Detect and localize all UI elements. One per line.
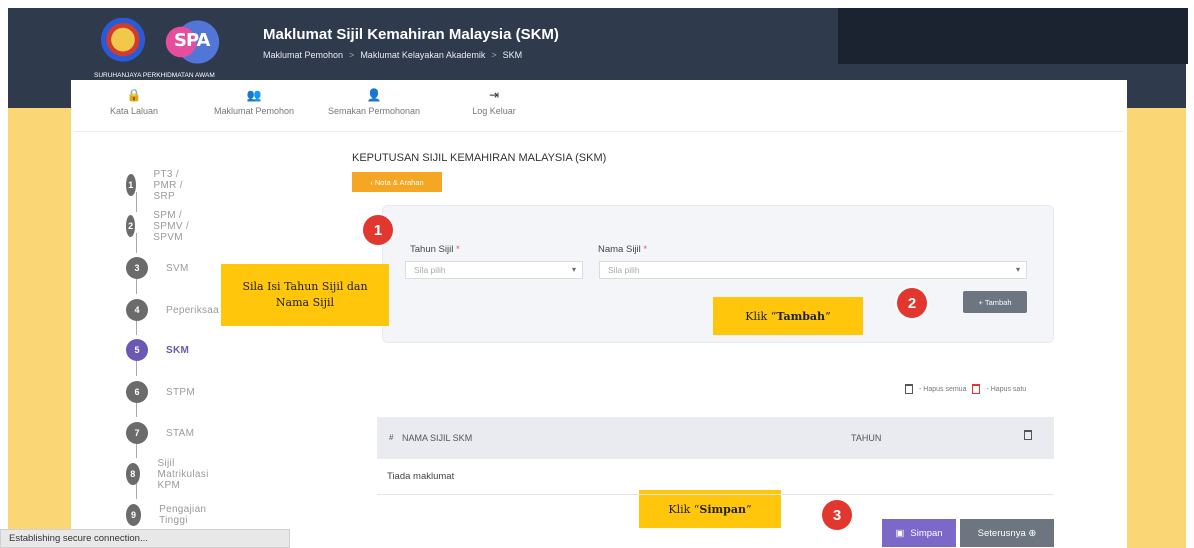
- required-mark: *: [455, 244, 460, 255]
- simpan-button[interactable]: ▣ Simpan: [882, 519, 956, 547]
- step-badge-3: 3: [822, 500, 852, 530]
- redacted-box: [838, 8, 1188, 64]
- breadcrumb-item[interactable]: Maklumat Pemohon: [263, 50, 343, 60]
- step-label: Pengajian Tinggi: [159, 504, 207, 526]
- chevron-down-icon: ▾: [571, 265, 576, 274]
- step-number: 2: [126, 215, 136, 237]
- step-number: 1: [126, 174, 136, 196]
- step-item-stam[interactable]: 7 STAM: [126, 421, 194, 445]
- instruction-note-1: Sila Isi Tahun Sijil dan Nama Sijil: [221, 264, 389, 326]
- tahun-sijil-label: Tahun Sijil *: [410, 244, 460, 255]
- delete-legend: - Hapus semua - Hapus satu: [905, 384, 1026, 394]
- page-title: Maklumat Sijil Kemahiran Malaysia (SKM): [263, 26, 559, 43]
- nama-sijil-select[interactable]: Sila pilih ▾: [599, 261, 1027, 279]
- spa-logo-text: SPA: [174, 30, 210, 51]
- save-icon: ▣: [895, 527, 905, 539]
- step-label: SKM: [166, 344, 190, 356]
- hapus-satu-label: - Hapus satu: [986, 385, 1027, 393]
- step-number: 6: [126, 381, 148, 403]
- hapus-semua-label: - Hapus semua: [919, 385, 967, 393]
- step-number: 3: [126, 257, 148, 279]
- tahun-sijil-select[interactable]: Sila pilih ▾: [405, 261, 583, 279]
- skm-table: # NAMA SIJIL SKM TAHUN Tiada maklumat: [377, 417, 1054, 495]
- step-item-matrikulasi[interactable]: 8 Sijil Matrikulasi KPM: [126, 458, 217, 491]
- tahun-sijil-placeholder: Sila pilih: [414, 265, 446, 275]
- sign-out-icon: ⇥: [488, 88, 500, 102]
- step-item-pengajian-tinggi[interactable]: 9 Pengajian Tinggi: [126, 503, 213, 527]
- step-number: 5: [126, 339, 148, 361]
- step-item-spm[interactable]: 2 SPM / SPMV / SPVM: [126, 210, 196, 243]
- browser-status-bar: Establishing secure connection...: [0, 529, 290, 548]
- note-text: Klik “: [668, 502, 700, 516]
- logo-group: SPA SURUHANJAYA PERKHIDMATAN AWAM: [94, 16, 244, 80]
- breadcrumb-item-current: SKM: [502, 50, 523, 60]
- step-label: SVM: [166, 262, 189, 274]
- trash-icon: [905, 384, 913, 394]
- breadcrumb-item[interactable]: Maklumat Kelayakan Akademik: [360, 50, 485, 60]
- empty-text: Tiada maklumat: [387, 471, 455, 482]
- note-emphasis: Simpan: [699, 502, 746, 516]
- breadcrumb-separator: >: [491, 50, 497, 60]
- top-nav: 🔒 Kata Laluan 👥 Maklumat Pemohon 👤 Semak…: [74, 80, 1124, 132]
- lock-icon: 🔒: [126, 88, 142, 102]
- step-label: STAM: [166, 427, 195, 439]
- column-header-hash: #: [389, 433, 394, 442]
- users-icon: 👥: [246, 88, 262, 102]
- column-header-name: NAMA SIJIL SKM: [402, 433, 473, 443]
- delete-all-icon[interactable]: [1024, 430, 1032, 440]
- nav-item-label: Semakan Permohonan: [327, 106, 421, 116]
- chevron-down-icon: ▾: [1015, 265, 1020, 274]
- step-item-stpm[interactable]: 6 STPM: [126, 380, 195, 404]
- note-emphasis: Tambah: [776, 309, 826, 323]
- step-item-pt3[interactable]: 1 PT3 / PMR / SRP: [126, 169, 189, 202]
- step-badge-2: 2: [897, 288, 927, 318]
- nav-item-semakan-permohonan[interactable]: 👤 Semakan Permohonan: [314, 80, 434, 131]
- nav-item-label: Kata Laluan: [109, 106, 159, 116]
- agency-name: SURUHANJAYA PERKHIDMATAN AWAM: [94, 72, 215, 79]
- step-number: 4: [126, 299, 148, 321]
- instruction-note-3: Klik “Simpan”: [639, 490, 781, 528]
- step-label: Sijil Matrikulasi KPM: [157, 457, 209, 491]
- step-label: Peperiksaa: [166, 304, 220, 316]
- user-check-icon: 👤: [366, 88, 382, 102]
- step-label: SPM / SPMV / SPVM: [153, 209, 189, 243]
- trash-red-icon: [972, 384, 981, 394]
- step-label: STPM: [166, 386, 195, 398]
- step-number: 8: [126, 463, 140, 485]
- nav-item-kata-laluan[interactable]: 🔒 Kata Laluan: [74, 80, 194, 131]
- tahun-sijil-label-text: Tahun Sijil: [410, 244, 454, 255]
- step-badge-1: 1: [363, 215, 393, 245]
- table-header: # NAMA SIJIL SKM TAHUN: [377, 417, 1054, 459]
- column-header-tahun: TAHUN: [851, 433, 882, 443]
- note-text: ”: [825, 309, 831, 323]
- table-row: Tiada maklumat: [377, 459, 1054, 495]
- step-label: PT3 / PMR / SRP: [153, 168, 183, 202]
- step-item-skm[interactable]: 5 SKM: [126, 338, 189, 362]
- step-item-peperiksaan[interactable]: 4 Peperiksaa: [126, 298, 219, 322]
- nota-arahan-button[interactable]: ‹ Nota & Arahan: [352, 172, 442, 192]
- tambah-button[interactable]: + Tambah: [963, 291, 1027, 313]
- step-item-svm[interactable]: 3 SVM: [126, 256, 189, 280]
- seterusnya-button[interactable]: Seterusnya ⊕: [960, 519, 1054, 547]
- note-text: ”: [746, 502, 752, 516]
- page-frame: SPA SURUHANJAYA PERKHIDMATAN AWAM Maklum…: [0, 0, 1194, 548]
- breadcrumb-separator: >: [349, 50, 355, 60]
- nav-item-label: Maklumat Pemohon: [213, 106, 295, 116]
- simpan-label: Simpan: [910, 527, 943, 539]
- nav-item-log-keluar[interactable]: ⇥ Log Keluar: [434, 80, 554, 131]
- step-number: 9: [126, 504, 142, 526]
- nama-sijil-label-text: Nama Sijil: [598, 244, 641, 255]
- nama-sijil-label: Nama Sijil *: [598, 244, 647, 255]
- instruction-note-2: Klik “Tambah”: [713, 297, 863, 335]
- step-number: 7: [126, 422, 148, 444]
- crest-logo-icon: [98, 18, 148, 66]
- nav-item-maklumat-pemohon[interactable]: 👥 Maklumat Pemohon: [194, 80, 314, 131]
- nav-item-label: Log Keluar: [472, 106, 516, 116]
- required-mark: *: [643, 244, 648, 255]
- nama-sijil-placeholder: Sila pilih: [608, 265, 640, 275]
- note-text: Klik “: [745, 309, 777, 323]
- breadcrumb: Maklumat Pemohon > Maklumat Kelayakan Ak…: [263, 50, 522, 60]
- section-title: KEPUTUSAN SIJIL KEMAHIRAN MALAYSIA (SKM): [352, 152, 607, 164]
